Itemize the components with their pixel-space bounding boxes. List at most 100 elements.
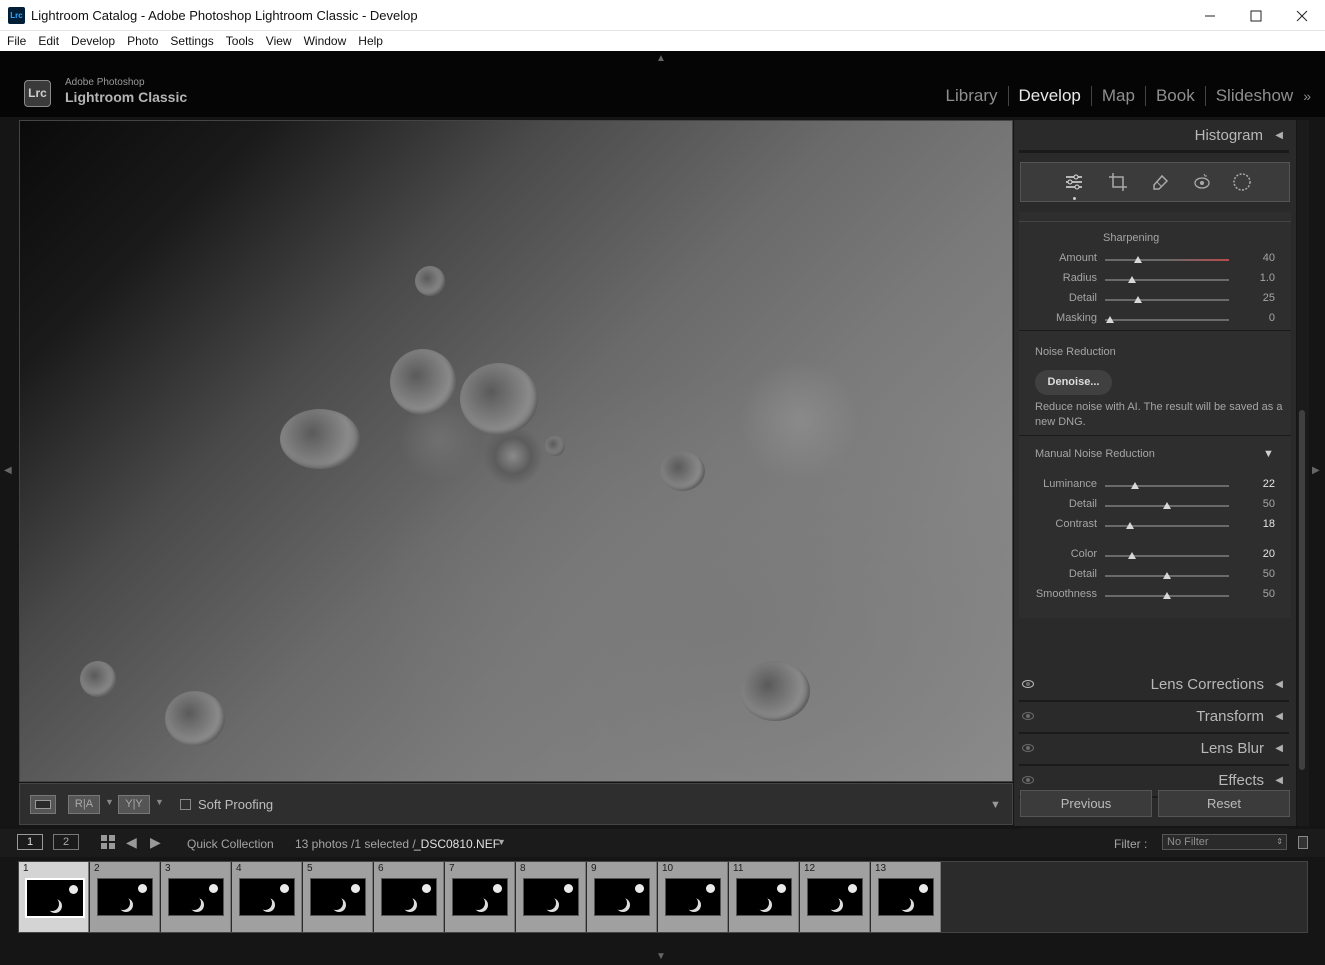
module-book[interactable]: Book	[1146, 86, 1205, 106]
bottom-panel-toggle-icon[interactable]: ▼	[656, 951, 666, 962]
maximize-button[interactable]	[1233, 0, 1279, 31]
eye-icon[interactable]	[1022, 776, 1034, 784]
filmstrip-thumbnail[interactable]: 9	[587, 862, 657, 932]
eye-icon[interactable]	[1022, 712, 1034, 720]
sharpening-slider-thumb[interactable]	[1105, 316, 1114, 323]
filmstrip-thumbnail[interactable]: 13	[871, 862, 941, 932]
lens-blur-panel-header[interactable]: Lens Blur ◀	[1019, 734, 1289, 766]
sharpening-value[interactable]: 1.0	[1247, 272, 1275, 284]
close-button[interactable]	[1279, 0, 1325, 31]
sharpening-value[interactable]: 0	[1247, 312, 1275, 324]
sharpening-value[interactable]: 25	[1247, 292, 1275, 304]
filter-lock-icon[interactable]	[1298, 836, 1308, 849]
nr-luminance-value[interactable]: 18	[1247, 518, 1275, 530]
reset-button[interactable]: Reset	[1158, 790, 1290, 817]
module-develop[interactable]: Develop	[1009, 86, 1091, 106]
filmstrip-thumbnail[interactable]: 4	[232, 862, 302, 932]
filmstrip-thumbnail[interactable]: 8	[516, 862, 586, 932]
expand-triangle-icon[interactable]: ▼	[1263, 448, 1274, 460]
filter-select[interactable]: No Filter ⇕	[1162, 834, 1287, 850]
chevron-down-icon[interactable]: ▼	[155, 797, 164, 807]
source-label[interactable]: Quick Collection	[187, 837, 274, 851]
masking-icon[interactable]	[1231, 171, 1253, 193]
filmstrip-thumbnail[interactable]: 3	[161, 862, 231, 932]
denoise-button[interactable]: Denoise...	[1035, 370, 1112, 395]
nr-luminance-slider-thumb[interactable]	[1125, 522, 1134, 529]
sharpening-slider-thumb[interactable]	[1134, 256, 1143, 263]
nr-luminance-value[interactable]: 50	[1247, 498, 1275, 510]
scrollbar-thumb[interactable]	[1299, 410, 1305, 770]
filmstrip-thumbnail[interactable]: 10	[658, 862, 728, 932]
menu-help[interactable]: Help	[351, 31, 388, 51]
red-eye-icon[interactable]	[1191, 171, 1213, 193]
menu-window[interactable]: Window	[297, 31, 352, 51]
sharpening-slider-thumb[interactable]	[1128, 276, 1137, 283]
eye-icon[interactable]	[1022, 744, 1034, 752]
nr-color-slider-track[interactable]	[1105, 555, 1229, 557]
menu-tools[interactable]: Tools	[219, 31, 259, 51]
menu-settings[interactable]: Settings	[163, 31, 218, 51]
lens-corrections-panel-header[interactable]: Lens Corrections ◀	[1019, 670, 1289, 702]
nr-color-slider-thumb[interactable]	[1128, 552, 1137, 559]
sharpening-value[interactable]: 40	[1247, 252, 1275, 264]
heal-eraser-icon[interactable]	[1149, 171, 1171, 193]
right-panel-scrollbar[interactable]	[1297, 120, 1309, 826]
menu-file[interactable]: File	[0, 31, 31, 51]
selected-filename[interactable]: _DSC0810.NEF	[414, 837, 500, 851]
filmstrip-thumbnail[interactable]: 6	[374, 862, 444, 932]
filmstrip-thumbnail[interactable]: 5	[303, 862, 373, 932]
nr-color-value[interactable]: 20	[1247, 548, 1275, 560]
forward-arrow-icon[interactable]: ▶	[150, 834, 161, 851]
secondary-window-button[interactable]: 2	[53, 834, 79, 850]
menu-edit[interactable]: Edit	[31, 31, 64, 51]
swap-settings-button[interactable]: Y|Y	[118, 795, 150, 814]
top-panel-toggle-icon[interactable]: ▲	[656, 53, 666, 64]
nr-color-value[interactable]: 50	[1247, 588, 1275, 600]
soft-proofing-checkbox[interactable]	[180, 799, 191, 810]
sharpening-slider-track[interactable]	[1105, 259, 1229, 261]
filmstrip-thumbnail[interactable]: 11	[729, 862, 799, 932]
sharpening-slider-thumb[interactable]	[1134, 296, 1143, 303]
grid-view-icon[interactable]	[101, 835, 115, 849]
sharpening-slider-track[interactable]	[1105, 319, 1229, 321]
photo-preview[interactable]	[19, 120, 1013, 782]
before-after-button[interactable]: R|A	[68, 795, 100, 814]
module-library[interactable]: Library	[936, 86, 1008, 106]
menu-develop[interactable]: Develop	[64, 31, 120, 51]
menu-photo[interactable]: Photo	[120, 31, 163, 51]
filmstrip-thumbnail[interactable]: 1	[19, 862, 89, 932]
nr-luminance-slider-track[interactable]	[1105, 485, 1229, 487]
nr-color-slider-thumb[interactable]	[1163, 572, 1171, 579]
more-modules-icon[interactable]: »	[1303, 88, 1311, 104]
nr-color-label: Color	[1070, 548, 1097, 560]
menu-view[interactable]: View	[259, 31, 297, 51]
transform-panel-header[interactable]: Transform ◀	[1019, 702, 1289, 734]
sharpening-slider-track[interactable]	[1105, 279, 1229, 281]
module-slideshow[interactable]: Slideshow	[1206, 86, 1304, 106]
left-panel-toggle-icon[interactable]: ◀	[4, 465, 12, 476]
filmstrip-thumbnail[interactable]: 12	[800, 862, 870, 932]
filmstrip-thumbnail[interactable]: 2	[90, 862, 160, 932]
filmstrip-thumbnail[interactable]: 7	[445, 862, 515, 932]
toolbar-menu-chevron-icon[interactable]: ▼	[990, 799, 1001, 811]
crop-icon[interactable]	[1107, 171, 1129, 193]
edit-sliders-icon[interactable]	[1063, 171, 1085, 193]
nr-color-value[interactable]: 50	[1247, 568, 1275, 580]
nr-luminance-slider-thumb[interactable]	[1130, 482, 1139, 489]
nr-luminance-slider-track[interactable]	[1105, 525, 1229, 527]
eye-icon[interactable]	[1022, 680, 1034, 688]
module-map[interactable]: Map	[1092, 86, 1145, 106]
histogram-panel-header[interactable]: Histogram ◀	[1019, 120, 1289, 153]
sharpening-slider-track[interactable]	[1105, 299, 1229, 301]
back-arrow-icon[interactable]: ◀	[126, 834, 137, 851]
previous-button[interactable]: Previous	[1020, 790, 1152, 817]
right-panel-toggle-icon[interactable]: ▶	[1312, 465, 1320, 476]
chevron-down-icon[interactable]: ▼	[105, 797, 114, 807]
nr-color-slider-thumb[interactable]	[1163, 592, 1171, 599]
chevron-down-icon[interactable]: ▼	[497, 837, 506, 847]
main-window-button[interactable]: 1	[17, 834, 43, 850]
nr-luminance-slider-thumb[interactable]	[1163, 502, 1171, 509]
loupe-view-button[interactable]	[30, 795, 56, 814]
minimize-button[interactable]	[1187, 0, 1233, 31]
nr-luminance-value[interactable]: 22	[1247, 478, 1275, 490]
